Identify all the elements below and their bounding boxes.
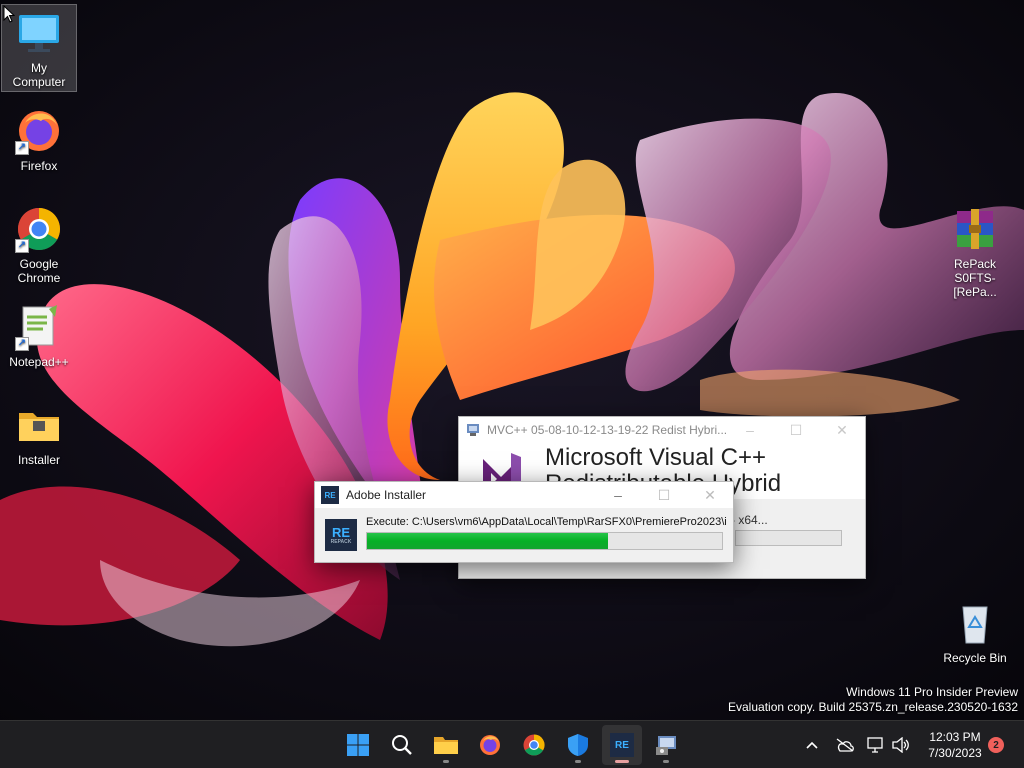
install-progress-fill <box>367 533 609 549</box>
desktop-icon-label: RePack S0FTS-[RePa... <box>953 257 997 299</box>
firefox-icon <box>480 735 500 755</box>
windows-security-button[interactable] <box>558 725 598 765</box>
firefox-icon: ↗ <box>15 107 63 155</box>
desktop-icon-label: Firefox <box>20 159 58 173</box>
windows-logo-icon <box>347 734 369 756</box>
desktop-wallpaper <box>0 0 1024 720</box>
installer-icon <box>656 736 676 755</box>
repack-app-icon: RE <box>321 486 339 504</box>
watermark-build: Evaluation copy. Build 25375.zn_release.… <box>728 700 1018 714</box>
desktop-icon-google-chrome[interactable]: ↗ Google Chrome <box>1 200 77 288</box>
chrome-taskbar-button[interactable] <box>514 725 554 765</box>
desktop-icon-label: My Computer <box>12 61 66 89</box>
adobe-installer-taskbar-button[interactable]: RE <box>602 725 642 765</box>
adobe-window-maximize-button[interactable]: ☐ <box>641 482 687 508</box>
notification-badge[interactable]: 2 <box>988 737 1004 753</box>
vc-progress-bar <box>735 530 842 546</box>
vc-window-maximize-button[interactable]: ☐ <box>773 417 819 443</box>
desktop-icon-label: Installer <box>17 453 61 467</box>
chevron-up-icon <box>806 741 818 749</box>
installer-icon <box>463 423 483 437</box>
network-tray-button[interactable] <box>864 721 888 768</box>
mouse-cursor-icon <box>3 5 15 23</box>
desktop-icon-repack-archive[interactable]: RePack S0FTS-[RePa... <box>937 200 1013 302</box>
start-button[interactable] <box>338 725 378 765</box>
vc-window-minimize-button[interactable]: – <box>727 417 773 443</box>
windows-evaluation-watermark: Windows 11 Pro Insider Preview Evaluatio… <box>728 685 1018 715</box>
shortcut-arrow-icon: ↗ <box>15 141 29 155</box>
vc-window-close-button[interactable]: ✕ <box>819 417 865 443</box>
desktop-icon-recycle-bin[interactable]: Recycle Bin <box>937 594 1013 668</box>
adobe-window-content: RE REPACK Execute: C:\Users\vm6\AppData\… <box>315 508 733 564</box>
desktop-icon-firefox[interactable]: ↗ Firefox <box>1 102 77 176</box>
notepad-plus-plus-icon: ↗ <box>15 303 63 351</box>
winrar-archive-icon <box>951 205 999 253</box>
firefox-taskbar-button[interactable] <box>470 725 510 765</box>
adobe-window-close-button[interactable]: ✕ <box>687 482 733 508</box>
vc-status-text: - x64... <box>731 513 768 527</box>
install-progress-bar <box>366 532 723 550</box>
monitor-icon <box>15 9 63 57</box>
desktop-icon-label: Recycle Bin <box>943 651 1007 665</box>
watermark-edition: Windows 11 Pro Insider Preview <box>846 685 1018 699</box>
network-icon <box>867 737 883 753</box>
speaker-icon <box>892 737 909 753</box>
adobe-window-minimize-button[interactable]: – <box>595 482 641 508</box>
shield-icon <box>568 734 588 756</box>
adobe-installer-window[interactable]: RE Adobe Installer – ☐ ✕ RE REPACK Execu… <box>314 481 734 563</box>
shortcut-arrow-icon: ↗ <box>15 337 29 351</box>
desktop-icon-label: Google Chrome <box>17 257 61 285</box>
search-icon <box>392 735 412 755</box>
file-explorer-button[interactable] <box>426 725 466 765</box>
onedrive-tray-button[interactable] <box>832 721 858 768</box>
taskbar-clock[interactable]: 12:03 PM 7/30/2023 <box>918 729 992 761</box>
execute-path-text: Execute: C:\Users\vm6\AppData\Local\Temp… <box>366 516 726 528</box>
cloud-offline-icon <box>836 738 854 752</box>
chrome-icon <box>523 734 545 756</box>
chrome-icon: ↗ <box>15 205 63 253</box>
desktop-icon-installer[interactable]: Installer <box>1 396 77 470</box>
folder-icon <box>15 401 63 449</box>
search-button[interactable] <box>382 725 422 765</box>
repack-logo: RE REPACK <box>325 519 357 551</box>
adobe-window-title: Adobe Installer <box>346 488 427 502</box>
adobe-window-titlebar[interactable]: RE Adobe Installer – ☐ ✕ <box>315 482 733 508</box>
vc-window-title: MVC++ 05-08-10-12-13-19-22 Redist Hybri.… <box>487 423 727 437</box>
shortcut-arrow-icon: ↗ <box>15 239 29 253</box>
taskbar: RE 12:03 PM 7/30/2023 <box>0 720 1024 768</box>
show-hidden-icons-button[interactable] <box>800 721 824 768</box>
volume-tray-button[interactable] <box>889 721 913 768</box>
vc-window-titlebar[interactable]: MVC++ 05-08-10-12-13-19-22 Redist Hybri.… <box>459 417 865 443</box>
vc-installer-taskbar-button[interactable] <box>646 725 686 765</box>
desktop-icon-label: Notepad++ <box>9 355 69 369</box>
repack-icon: RE <box>610 733 634 757</box>
clock-time: 12:03 PM <box>929 730 981 744</box>
recycle-bin-icon <box>951 599 999 647</box>
desktop-icon-notepad-plus-plus[interactable]: ↗ Notepad++ <box>1 298 77 372</box>
clock-date: 7/30/2023 <box>928 746 982 760</box>
folder-icon <box>434 737 458 754</box>
